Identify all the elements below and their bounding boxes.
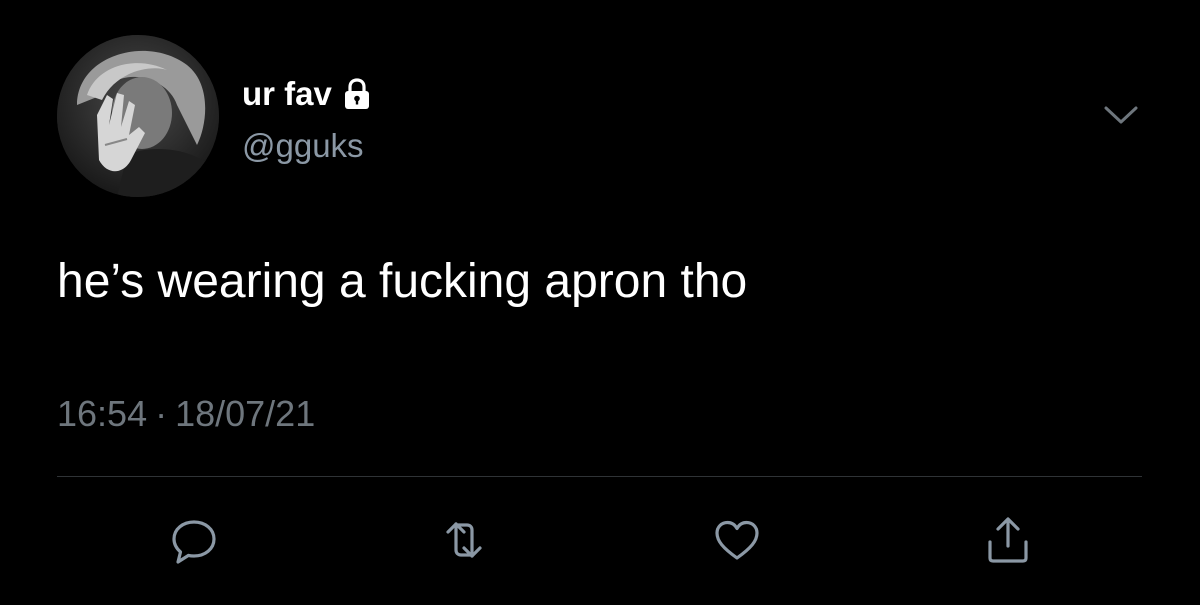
tweet-timestamp[interactable]: 16:54 · 18/07/21	[57, 392, 315, 436]
tweet-text: he’s wearing a fucking apron tho	[57, 255, 748, 308]
heart-icon	[709, 512, 765, 568]
action-bar	[0, 510, 1200, 570]
author-row: ur fav	[242, 74, 372, 114]
share-button[interactable]	[978, 510, 1038, 570]
retweet-button[interactable]	[434, 510, 494, 570]
share-icon	[980, 512, 1036, 568]
divider	[57, 476, 1142, 477]
tweet-time: 16:54	[57, 393, 148, 434]
like-button[interactable]	[707, 510, 767, 570]
avatar[interactable]	[57, 35, 219, 197]
tweet-card: ur fav @gguks he’s wearing a fucking apr…	[0, 0, 1200, 605]
username-handle[interactable]: @gguks	[242, 126, 364, 166]
display-name[interactable]: ur fav	[242, 74, 332, 114]
meta-separator: ·	[155, 393, 168, 434]
reply-button[interactable]	[164, 510, 224, 570]
reply-icon	[166, 512, 222, 568]
tweet-date: 18/07/21	[175, 393, 316, 434]
retweet-icon	[436, 512, 492, 568]
lock-icon	[342, 77, 372, 111]
chevron-down-icon[interactable]	[1100, 100, 1142, 130]
avatar-image	[57, 35, 219, 197]
